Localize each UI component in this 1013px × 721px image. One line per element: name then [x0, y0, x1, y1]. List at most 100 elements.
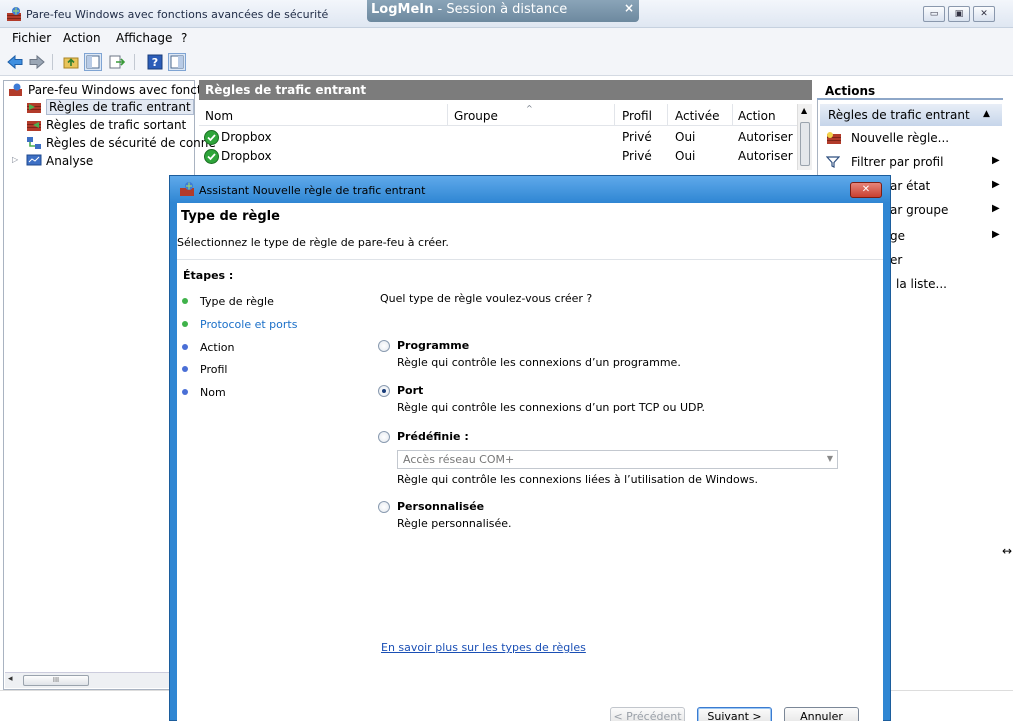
window-title: Pare-feu Windows avec fonctions avancées… [26, 8, 329, 21]
show-tree-icon[interactable] [84, 53, 102, 71]
table-row[interactable]: Dropbox Privé Oui Autoriser [199, 147, 797, 166]
help-icon[interactable]: ? [146, 53, 164, 71]
menu-file[interactable]: Fichier [12, 31, 51, 45]
actions-title: Actions [825, 84, 876, 98]
previous-button[interactable]: < Précédent [610, 707, 685, 721]
option-custom[interactable]: Personnalisée Règle personnalisée. [378, 500, 838, 532]
row-profile: Privé [622, 149, 652, 163]
step-done-bullet-icon [182, 298, 188, 304]
sort-ascending-icon: ^ [526, 104, 533, 113]
tree-item-connection-security[interactable]: Règles de sécurité de conne [26, 135, 216, 152]
logmein-close-icon[interactable]: × [624, 1, 634, 15]
outbound-rules-icon [26, 118, 42, 132]
tree-root[interactable]: Pare-feu Windows avec fonctio [8, 82, 212, 99]
minimize-button[interactable]: ▭ [923, 6, 945, 22]
row-profile: Privé [622, 130, 652, 144]
tree-item-label: Analyse [46, 154, 94, 168]
logmein-separator: - [433, 2, 447, 17]
action-filter-profile[interactable]: Filtrer par profil ▶ [824, 154, 1002, 174]
toolbar-separator [134, 54, 135, 70]
up-folder-icon[interactable] [62, 53, 80, 71]
list-pane-title: Règles de trafic entrant [205, 83, 367, 97]
menu-action[interactable]: Action [63, 31, 101, 45]
connection-security-icon [26, 136, 42, 150]
action-label: Nouvelle règle... [851, 131, 950, 145]
column-enabled[interactable]: Activée [675, 109, 720, 123]
logmein-session-bar[interactable]: LogMeIn - Session à distance × [367, 0, 639, 22]
menu-view[interactable]: Affichage [116, 31, 172, 45]
submenu-arrow-icon: ▶ [992, 155, 1000, 166]
learn-more-link[interactable]: En savoir plus sur les types de règles [381, 641, 586, 654]
steps-label: Étapes : [183, 269, 234, 282]
tree-item-outbound-rules[interactable]: Règles de trafic sortant [26, 117, 194, 134]
allow-check-icon [204, 130, 219, 145]
restore-button[interactable]: ▣ [948, 6, 970, 22]
step-label: Action [200, 341, 235, 354]
column-divider[interactable] [447, 104, 448, 126]
dialog-titlebar: Assistant Nouvelle règle de trafic entra… [170, 176, 890, 203]
row-name: Dropbox [221, 130, 272, 144]
cancel-button[interactable]: Annuler [784, 707, 859, 721]
inbound-rules-icon [26, 100, 42, 114]
program-radio[interactable] [378, 340, 390, 352]
option-label: Prédéfinie : [397, 430, 469, 443]
navigation-tree [3, 80, 195, 690]
firewall-icon [8, 83, 24, 97]
option-description: Règle qui contrôle les connexions d’un p… [397, 401, 705, 414]
column-profile[interactable]: Profil [622, 109, 652, 123]
action-label: ar groupe [890, 203, 949, 217]
column-action[interactable]: Action [738, 109, 776, 123]
column-group[interactable]: Groupe [454, 109, 498, 123]
predefined-radio[interactable] [378, 431, 390, 443]
option-label: Programme [397, 339, 470, 352]
scroll-thumb[interactable] [800, 122, 810, 166]
window-close-button[interactable]: ✕ [973, 6, 995, 22]
action-label: la liste... [896, 277, 947, 291]
back-arrow-icon[interactable] [6, 53, 24, 71]
row-name: Dropbox [221, 149, 272, 163]
dialog-header: Type de règle Sélectionnez le type de rè… [177, 203, 883, 260]
filter-icon [826, 155, 840, 169]
actions-section-label: Règles de trafic entrant [828, 108, 970, 122]
scroll-thumb[interactable]: III [23, 675, 89, 686]
actions-section-inbound[interactable]: Règles de trafic entrant ▲ [820, 104, 1002, 126]
tree-horizontal-scrollbar[interactable]: ◂ III [5, 672, 189, 688]
forward-arrow-icon[interactable] [28, 53, 46, 71]
show-action-pane-icon[interactable] [168, 53, 186, 71]
option-label: Port [397, 384, 424, 397]
scroll-up-icon[interactable]: ▲ [801, 106, 807, 115]
row-enabled: Oui [675, 149, 696, 163]
custom-radio[interactable] [378, 501, 390, 513]
allow-check-icon [204, 149, 219, 164]
export-list-icon[interactable] [108, 53, 126, 71]
column-name[interactable]: Nom [205, 109, 233, 123]
scroll-left-icon[interactable]: ◂ [8, 674, 13, 684]
collapse-section-icon[interactable]: ▲ [983, 109, 990, 119]
tree-item-monitoring[interactable]: ▷ Analyse [12, 153, 194, 170]
port-radio[interactable] [378, 385, 390, 397]
chevron-down-icon: ▼ [826, 454, 833, 463]
option-program[interactable]: Programme Règle qui contrôle les connexi… [378, 339, 838, 371]
tree-item-label: Règles de trafic entrant [46, 99, 194, 115]
step-bullet-icon [182, 344, 188, 350]
new-inbound-rule-wizard: Assistant Nouvelle règle de trafic entra… [169, 175, 891, 721]
predefined-rule-select[interactable]: Accès réseau COM+ ▼ [397, 450, 838, 469]
list-vertical-scrollbar[interactable]: ▲ [797, 104, 812, 170]
select-value: Accès réseau COM+ [403, 453, 515, 466]
dialog-close-button[interactable]: ✕ [850, 182, 882, 198]
column-divider[interactable] [614, 104, 615, 126]
action-new-rule[interactable]: Nouvelle règle... [824, 130, 1002, 150]
next-button[interactable]: Suivant > [697, 707, 772, 721]
option-predefined[interactable]: Prédéfinie : [378, 430, 838, 448]
option-port[interactable]: Port Règle qui contrôle les connexions d… [378, 384, 838, 416]
column-divider[interactable] [667, 104, 668, 126]
table-row[interactable]: Dropbox Privé Oui Autoriser [199, 128, 797, 147]
toolbar-separator [52, 54, 53, 70]
tree-item-inbound-rules[interactable]: Règles de trafic entrant [26, 99, 194, 116]
action-label: Filtrer par profil [851, 155, 944, 169]
expand-arrow-icon[interactable]: ▷ [12, 155, 18, 164]
option-description: Règle personnalisée. [397, 517, 512, 530]
step-label: Profil [200, 363, 228, 376]
column-divider[interactable] [732, 104, 733, 126]
menu-help[interactable]: ? [181, 31, 187, 45]
